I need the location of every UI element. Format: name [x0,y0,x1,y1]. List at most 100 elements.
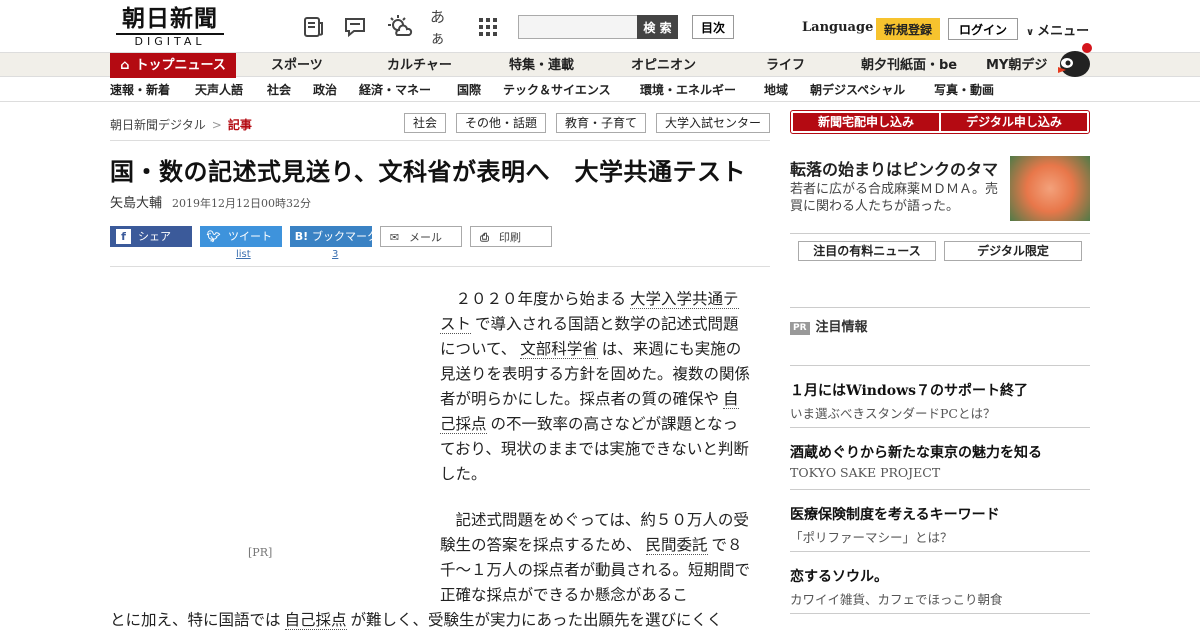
feature-thumbnail[interactable] [1010,156,1090,221]
pr-item[interactable]: 恋するソウル。 カワイイ雑貨、カフェでほっこり朝食 [790,552,1090,614]
subnav-item-politics[interactable]: 政治 [313,78,337,102]
nav-item-life[interactable]: ライフ [766,53,805,78]
search-button[interactable]: 検 索 [637,15,678,39]
mail-label: メール [409,231,442,244]
subnav-item-photo[interactable]: 写真・動画 [934,78,994,102]
search-input[interactable] [518,15,638,39]
newspaper-icon[interactable] [300,13,328,41]
text-size-icon[interactable]: あぁ [430,8,458,47]
article-paragraph: 記述式問題をめぐっては、約５０万人の受験生の答案を採点するため、 民間委託 で８千～… [440,508,752,608]
digital-subscribe-button[interactable]: デジタル申し込み [941,113,1087,131]
pr-item-desc: 「ポリファーマシー」とは？ [790,530,953,545]
tag-other[interactable]: その他・話題 [456,113,546,133]
main-nav: ⌂ トップニュース スポーツ カルチャー 特集・連載 オピニオン ライフ 朝夕刊紙… [0,52,1200,78]
tab-premium-news[interactable]: 注目の有料ニュース [798,241,936,261]
hatena-bookmark-button[interactable]: B! ブックマーク [290,226,378,247]
pr-item-title[interactable]: １月にはWindows７のサポート終了 [790,380,1028,400]
newspaper-subscribe-button[interactable]: 新聞宅配申し込み [793,113,939,131]
pr-section-heading: PR 注目情報 [790,316,868,335]
site-header: 朝日新聞 DIGITAL あぁ 検 索 目次 Language 新規登録 ログイ… [0,0,1200,52]
divider [790,307,1090,308]
home-icon: ⌂ [120,58,130,73]
login-button[interactable]: ログイン [948,18,1018,40]
breadcrumb-home[interactable]: 朝日新聞デジタル [110,118,206,132]
pr-heading-label: 注目情報 [815,320,868,335]
keyword-link[interactable]: 文部科学省 [520,340,598,359]
printer-icon: ⎙ [480,231,489,244]
hatena-count-link[interactable]: 3 [332,249,338,260]
nav-item-top-news[interactable]: ⌂ トップニュース [110,53,236,78]
feature-description: 若者に広がる合成麻薬ＭＤＭＡ。売買に関わる人たちが語った。 [790,182,999,214]
subnav-item-tenseijingo[interactable]: 天声人語 [195,78,243,102]
text: ２０２０年度から始まる [455,290,627,308]
language-link[interactable]: Language [802,20,873,35]
tag-society[interactable]: 社会 [404,113,446,133]
article-paragraph-continued: とに加え、特に国語では 自己採点 が難しく、受験生が実力にあった出願先を選びにくく [110,608,770,630]
mail-share-button[interactable]: ✉ メール [380,226,462,247]
keyword-link[interactable]: 自己採点 [284,611,347,630]
nav-item-features[interactable]: 特集・連載 [509,53,574,78]
mascot-icon[interactable] [1054,42,1092,78]
nav-item-sports[interactable]: スポーツ [271,53,323,78]
subnav-item-region[interactable]: 地域 [764,78,788,102]
divider [110,140,770,141]
pr-item-title[interactable]: 恋するソウル。 [790,566,888,586]
share-label: シェア [138,230,171,243]
subnav-item-breaking[interactable]: 速報・新着 [110,78,170,102]
site-logo[interactable]: 朝日新聞 DIGITAL [110,6,230,48]
publish-date: 2019年12月12日00時32分 [172,197,311,210]
nav-label: トップニュース [135,58,226,73]
logo-sub-text: DIGITAL [116,33,224,48]
twitter-share-button[interactable]: 🐦︎ ツイート [200,226,282,247]
subnav-item-international[interactable]: 国際 [457,78,481,102]
keyword-link[interactable]: 民間委託 [645,536,708,555]
facebook-icon: f [116,229,131,244]
nav-item-opinion[interactable]: オピニオン [631,53,696,78]
print-label: 印刷 [499,231,521,244]
subnav-item-special[interactable]: 朝デジスペシャル [810,78,905,102]
tag-education[interactable]: 教育・子育て [556,113,646,133]
pr-item[interactable]: １月にはWindows７のサポート終了 いま選ぶべきスタンダードPCとは？ [790,366,1090,428]
menu-label: メニュー [1037,24,1090,39]
tag-exam-center[interactable]: 大学入試センター [656,113,770,133]
breadcrumb: 朝日新聞デジタル > 記事 [110,116,252,133]
tab-digital-only[interactable]: デジタル限定 [944,241,1082,261]
pr-item-title[interactable]: 酒蔵めぐりから新たな東京の魅力を知る [790,442,1042,462]
tweet-label: ツイート [228,230,272,243]
pr-item-desc: いま選ぶべきスタンダードPCとは？ [790,406,996,421]
sub-nav: 速報・新着 天声人語 社会 政治 経済・マネー 国際 テック＆サイエンス 環境・… [0,78,1200,102]
pr-item[interactable]: 医療保険制度を考えるキーワード 「ポリファーマシー」とは？ [790,490,1090,552]
author-name: 矢島大輔 [110,196,163,211]
twitter-bird-icon: 🐦︎ [206,230,221,243]
grid-menu-icon[interactable] [474,13,502,41]
pr-item[interactable]: 酒蔵めぐりから新たな東京の魅力を知る TOKYO SAKE PROJECT [790,428,1090,490]
subnav-item-tech[interactable]: テック＆サイエンス [503,78,611,102]
nav-item-my-asadigi[interactable]: MY朝デジ [986,53,1047,78]
index-button[interactable]: 目次 [692,15,734,39]
text: とに加え、特に国語では [110,611,281,629]
pr-item-desc: TOKYO SAKE PROJECT [790,465,941,480]
weather-icon[interactable] [386,13,414,41]
text: が難しく、受験生が実力にあった出願先を選びにくく [350,611,723,629]
pr-item-title[interactable]: 医療保険制度を考えるキーワード [790,504,1000,524]
register-button[interactable]: 新規登録 [876,18,940,40]
divider [790,233,1090,234]
article-paragraph: ２０２０年度から始まる 大学入学共通テスト で導入される国語と数学の記述式問題につい… [440,287,752,487]
subnav-item-society[interactable]: 社会 [267,78,291,102]
feature-title[interactable]: 転落の始まりはピンクのタマ [790,156,998,180]
ad-label: [PR] [248,546,273,559]
pr-badge: PR [790,322,810,335]
twitter-count-link[interactable]: list [236,249,251,260]
subscribe-box: 新聞宅配申し込み デジタル申し込み [790,110,1090,134]
message-icon[interactable] [342,13,370,41]
logo-main-text: 朝日新聞 [122,5,218,32]
bookmark-label: ブックマーク [312,230,378,243]
subnav-item-environment[interactable]: 環境・エネルギー [640,78,736,102]
nav-item-culture[interactable]: カルチャー [387,53,452,78]
print-button[interactable]: ⎙ 印刷 [470,226,552,247]
nav-item-paper[interactable]: 朝夕刊紙面・be [861,53,957,78]
subnav-item-economy[interactable]: 経済・マネー [359,78,431,102]
menu-button[interactable]: ∨ メニュー [1026,20,1089,39]
facebook-share-button[interactable]: f シェア [110,226,192,247]
breadcrumb-current: 記事 [227,118,252,132]
